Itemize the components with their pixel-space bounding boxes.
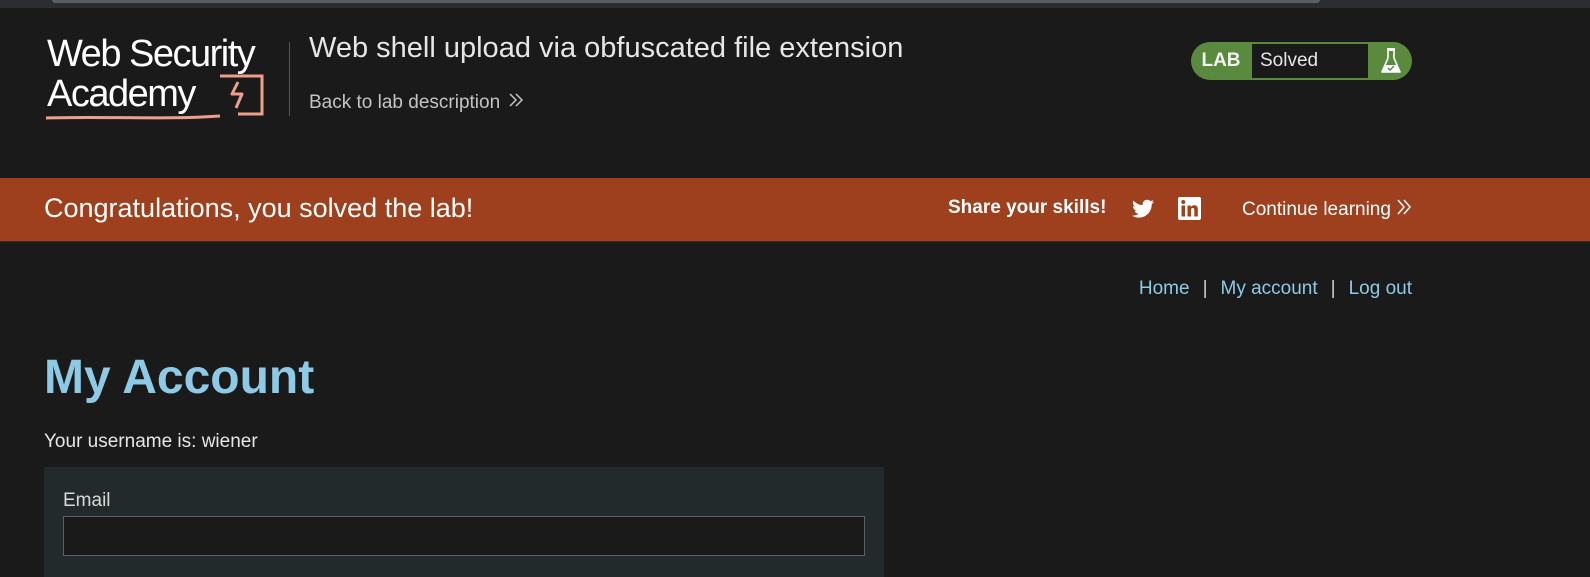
linkedin-icon[interactable]	[1178, 197, 1201, 220]
nav-log-out-link[interactable]: Log out	[1349, 278, 1412, 300]
username-text: Your username is: wiener	[44, 431, 258, 452]
lab-badge: LAB	[1201, 50, 1241, 71]
lab-title: Web shell upload via obfuscated file ext…	[309, 32, 904, 64]
svg-text:Web Security: Web Security	[47, 33, 256, 75]
congratulations-message: Congratulations, you solved the lab!	[44, 193, 474, 223]
solved-banner: Congratulations, you solved the lab! Sha…	[0, 178, 1590, 241]
banner-divider	[0, 241, 1590, 242]
double-chevron-right-icon	[1396, 198, 1412, 222]
twitter-icon[interactable]	[1131, 197, 1155, 221]
nav-home-link[interactable]: Home	[1139, 278, 1190, 300]
account-nav: Home | My account | Log out	[1139, 278, 1412, 300]
nav-separator: |	[1202, 278, 1208, 299]
svg-text:Academy: Academy	[47, 73, 196, 115]
back-link-label: Back to lab description	[309, 92, 501, 113]
update-email-form: Email	[44, 467, 884, 577]
web-security-academy-logo[interactable]: Web Security Academy	[44, 32, 284, 128]
email-field[interactable]	[63, 516, 865, 556]
nav-separator: |	[1330, 278, 1336, 299]
nav-my-account-link[interactable]: My account	[1221, 278, 1318, 300]
back-to-lab-description-link[interactable]: Back to lab description	[309, 92, 524, 114]
header-divider	[289, 42, 290, 116]
lab-status-widget: LAB Solved	[1191, 42, 1412, 80]
page-title: My Account	[44, 351, 315, 404]
email-label: Email	[63, 490, 111, 511]
scrollbar-track[interactable]	[52, 0, 1320, 3]
double-chevron-right-icon	[508, 92, 524, 114]
continue-learning-link[interactable]: Continue learning	[1242, 198, 1412, 222]
share-skills-label: Share your skills!	[948, 197, 1107, 218]
continue-learning-label: Continue learning	[1242, 199, 1391, 220]
lab-header: Web Security Academy Web shell upload vi…	[0, 8, 1590, 178]
browser-top-strip	[0, 0, 1590, 8]
lab-status-text: Solved	[1251, 43, 1369, 79]
flask-icon	[1369, 47, 1412, 75]
